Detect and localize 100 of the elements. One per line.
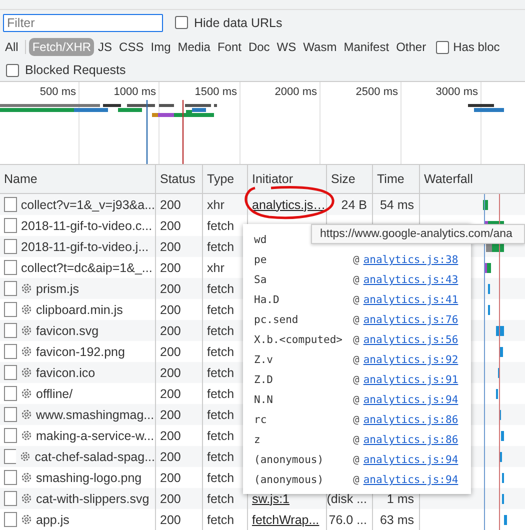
- status-code: 200: [160, 386, 181, 400]
- time-tick-label: 2000 ms: [274, 86, 317, 98]
- source-link[interactable]: analytics.js:94: [363, 474, 458, 486]
- request-type: fetch: [207, 344, 234, 358]
- type-filter-button[interactable]: Font: [214, 38, 244, 56]
- request-name[interactable]: collect?v=1&_v=j93&a...: [20, 198, 155, 212]
- source-link[interactable]: analytics.js:86: [363, 414, 458, 426]
- at-sign: @: [353, 394, 360, 406]
- type-filter-button[interactable]: All: [2, 38, 22, 56]
- column-header[interactable]: Waterfall: [420, 165, 525, 193]
- request-name[interactable]: clipboard.min.js: [36, 302, 123, 316]
- initiator-link[interactable]: sw.js:1: [252, 492, 290, 506]
- at-sign: @: [353, 294, 360, 306]
- at-sign: @: [353, 334, 360, 346]
- request-type: fetch: [207, 470, 234, 484]
- status-code: 200: [160, 344, 181, 358]
- type-filter-button[interactable]: Img: [148, 38, 174, 56]
- request-type: fetch: [207, 218, 234, 232]
- request-type: fetch: [207, 282, 234, 296]
- request-name[interactable]: offline/: [36, 386, 73, 400]
- request-type: fetch: [207, 386, 234, 400]
- source-link[interactable]: analytics.js:56: [363, 334, 458, 346]
- size-value: (disk ...: [327, 492, 367, 506]
- request-name[interactable]: 2018-11-gif-to-video.j...: [21, 240, 149, 254]
- status-code: 200: [160, 218, 181, 232]
- initiator-link[interactable]: fetchWrap...: [252, 512, 320, 526]
- request-type: fetch: [207, 240, 234, 254]
- status-code: 200: [160, 428, 181, 442]
- waterfall-bar: [501, 431, 504, 441]
- at-sign: @: [353, 474, 360, 486]
- at-sign: @: [353, 274, 360, 286]
- column-header[interactable]: Initiator: [248, 165, 327, 193]
- filter-field[interactable]: Filter: [3, 14, 163, 32]
- request-name[interactable]: app.js: [36, 512, 70, 526]
- type-filter-button[interactable]: JS: [95, 38, 116, 56]
- source-link[interactable]: analytics.js:38: [363, 254, 458, 266]
- request-name[interactable]: prism.js: [36, 282, 80, 296]
- request-type: fetch: [207, 302, 234, 316]
- column-header[interactable]: Type: [203, 165, 248, 193]
- checkbox-label: Blocked Requests: [25, 63, 126, 77]
- status-code: 200: [160, 324, 181, 338]
- request-name[interactable]: smashing-logo.png: [36, 470, 142, 484]
- at-sign: @: [353, 314, 360, 326]
- request-name[interactable]: favicon.ico: [36, 366, 96, 380]
- request-name[interactable]: collect?t=dc&aip=1&_...: [21, 260, 152, 274]
- status-code: 200: [160, 260, 181, 274]
- file-icon: [4, 344, 17, 359]
- request-type: fetch: [207, 512, 234, 526]
- source-link[interactable]: analytics.js:43: [363, 274, 458, 286]
- request-name[interactable]: favicon-192.png: [36, 344, 125, 358]
- request-name[interactable]: cat-with-slippers.svg: [36, 492, 150, 506]
- source-link[interactable]: analytics.js:94: [363, 454, 458, 466]
- file-icon: [4, 197, 17, 212]
- source-link[interactable]: analytics.js:94: [363, 394, 458, 406]
- time-tick-label: 1000 ms: [114, 86, 156, 98]
- dom-content-loaded-line: [146, 100, 148, 164]
- request-name[interactable]: favicon.svg: [36, 324, 99, 338]
- source-link[interactable]: analytics.js:41: [363, 294, 458, 306]
- column-header[interactable]: Time: [373, 165, 420, 193]
- status-code: 200: [160, 282, 181, 296]
- at-sign: @: [353, 254, 360, 266]
- function-name: Z.D: [254, 374, 274, 386]
- type-filter-button[interactable]: Manifest: [340, 38, 392, 56]
- column-header[interactable]: Name: [0, 165, 156, 193]
- function-name: z: [254, 434, 262, 446]
- checkbox[interactable]: [436, 40, 450, 54]
- request-name[interactable]: making-a-service-w...: [36, 428, 154, 442]
- status-code: 200: [160, 366, 181, 380]
- column-header[interactable]: Status: [156, 165, 203, 193]
- file-icon: [4, 407, 17, 422]
- time-tick-label: 500 ms: [40, 86, 76, 98]
- status-code: 200: [160, 470, 181, 484]
- type-filter-button[interactable]: CSS: [116, 38, 147, 56]
- request-name[interactable]: cat-chef-salad-spag...: [34, 450, 155, 464]
- column-header[interactable]: Size: [327, 165, 373, 193]
- source-link[interactable]: analytics.js:92: [363, 354, 458, 366]
- function-name: rc: [254, 414, 268, 426]
- file-icon: [4, 365, 17, 380]
- type-filter-button[interactable]: Media: [174, 38, 214, 56]
- initiator-link[interactable]: analytics.js…: [252, 198, 326, 212]
- function-name: (anonymous): [254, 454, 325, 466]
- source-link[interactable]: analytics.js:76: [363, 314, 458, 326]
- file-icon: [4, 239, 17, 254]
- request-name[interactable]: www.smashingmag...: [36, 408, 154, 422]
- source-link[interactable]: analytics.js:86: [363, 434, 458, 446]
- type-filter-button[interactable]: WS: [274, 38, 300, 56]
- checkbox[interactable]: [6, 64, 19, 76]
- type-filter-button[interactable]: Other: [393, 38, 430, 56]
- request-name[interactable]: 2018-11-gif-to-video.c...: [21, 218, 152, 232]
- type-filter-button[interactable]: Doc: [245, 38, 273, 56]
- source-link[interactable]: analytics.js:91: [363, 374, 458, 386]
- type-filter-button[interactable]: Wasm: [300, 38, 340, 56]
- checkbox[interactable]: [175, 16, 188, 29]
- request-type: xhr: [207, 260, 224, 274]
- status-code: 200: [160, 302, 181, 316]
- size-value: 76.0 ...: [328, 512, 367, 526]
- status-code: 200: [160, 512, 181, 526]
- request-type: fetch: [207, 408, 234, 422]
- file-icon: [4, 302, 17, 317]
- load-line: [182, 100, 184, 164]
